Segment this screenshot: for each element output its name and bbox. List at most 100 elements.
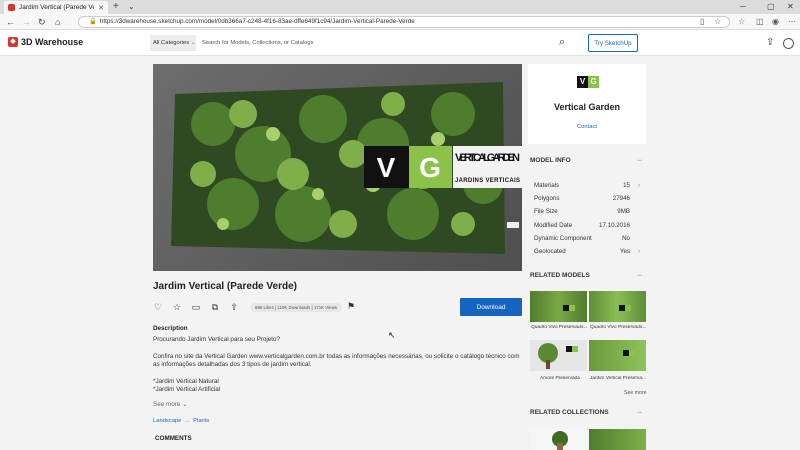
info-row-dynamic-component: Dynamic Component No [534,232,640,245]
avatar[interactable] [783,38,794,49]
site-logo[interactable]: ◆ 3D Warehouse [8,37,83,47]
profile-icon[interactable]: ◉ [772,16,779,28]
search-icon[interactable]: ⌕ [559,35,565,49]
new-tab-icon[interactable]: + [113,1,119,13]
info-label: Geolocated [534,248,566,255]
overlay-sub-text: JARDINS VERTICAIS [455,178,520,184]
window-close-icon[interactable]: ✕ [787,1,794,13]
back-icon[interactable]: ← [6,15,15,29]
description-heading: Description [153,325,188,332]
related-collection-thumb[interactable] [589,429,646,450]
related-collections-heading-label: RELATED COLLECTIONS [530,409,609,416]
tab-title: Jardim Vertical (Parede Verde [19,4,94,11]
like-heart-icon[interactable]: ♡ [153,302,163,312]
refresh-icon[interactable]: ↻ [38,15,46,29]
info-value: Yes [619,248,630,255]
contact-link[interactable]: Contact [528,124,646,130]
description-line: *Jardim Vertical Artificial [153,386,221,394]
publisher-card: V G Vertical Garden Contact [528,64,646,144]
model-stats: 686 Likes | 110K Downloads | 171K Views [250,303,342,312]
related-model-thumb[interactable] [589,291,646,322]
minimize-icon[interactable]: ─ [740,1,746,13]
breadcrumb-plants[interactable]: Plants [193,418,209,424]
chevron-down-icon: ⌄ [182,401,188,408]
address-bar[interactable]: 🔒 https://3dwarehouse.sketchup.com/model/… [78,16,730,28]
related-model-thumb[interactable] [530,291,587,322]
related-model-label[interactable]: Quadro Vivo Preservado... [590,325,647,330]
browser-tab[interactable]: Jardim Vertical (Parede Verde ✕ [4,1,108,14]
see-more-link[interactable]: See more ⌄ [153,401,187,408]
info-row-geolocated[interactable]: Geolocated Yes › [534,245,640,258]
related-models-heading[interactable]: RELATED MODELS ─ [530,272,642,279]
site-favicon-icon [8,4,15,11]
info-row-polygons: Polygons 27946 [534,192,640,205]
breadcrumb: Landscape → Plants [153,418,209,424]
collapse-icon[interactable]: ─ [637,272,642,279]
related-model-label[interactable]: Quadro Vivo Preservado... [531,325,588,330]
favorite-star-icon[interactable]: ☆ [172,302,182,312]
related-model-thumb[interactable] [530,340,587,371]
info-value: 17.10.2016 [599,222,630,229]
related-model-label[interactable]: Árvore Preservada [540,376,597,381]
tree-icon [538,343,578,369]
home-icon[interactable]: ⌂ [55,15,60,29]
reading-view-icon[interactable]: ▯ [700,16,704,28]
publisher-name[interactable]: Vertical Garden [528,102,646,112]
logo-text: 3D Warehouse [21,37,84,47]
publisher-logo[interactable]: V G [577,76,599,88]
info-label: Materials [534,182,560,189]
collapse-icon[interactable]: ─ [637,409,642,416]
more-options-icon[interactable]: ⋯ [788,16,796,28]
url-text: https://3dwarehouse.sketchup.com/model/0… [99,18,415,25]
svg-text:V: V [377,152,396,183]
related-models-heading-label: RELATED MODELS [530,272,590,279]
logo-badge-icon [623,350,635,356]
browser-toolbar: ← → ↻ ⌂ 🔒 https://3dwarehouse.sketchup.co… [0,14,800,30]
model-info-heading[interactable]: MODEL INFO ─ [530,157,642,164]
plant-icon [552,431,568,450]
lock-icon: 🔒 [89,18,97,25]
description-line: *Jardim Vertical Natural [153,377,219,385]
related-collection-thumb[interactable] [530,429,587,450]
chevron-right-icon: › [637,248,640,255]
browser-tabbar: Jardim Vertical (Parede Verde ✕ + ⌄ ─ ▢ … [0,0,800,14]
collections-icon[interactable]: ◫ [756,16,764,28]
info-label: Dynamic Component [534,235,592,242]
related-model-label[interactable]: Jardim Vertical Preserva... [590,376,647,381]
search-input[interactable] [196,35,576,51]
try-sketchup-button[interactable]: Try SketchUp [588,34,638,52]
share-icon[interactable]: ⇧ [229,302,239,312]
info-row-file-size: File Size 9MB [534,205,640,218]
add-to-collection-icon[interactable]: ▭ [191,302,201,312]
logo-v: V [577,76,588,88]
mouse-cursor-icon: ↖ [388,330,396,340]
description-line: Procurando Jardim Vertical para seu Proj… [153,336,281,344]
see-more-label: See more [153,401,181,408]
model-actions: ♡ ☆ ▭ ⧉ ⇧ [153,302,239,312]
maximize-icon[interactable]: ▢ [767,1,775,13]
model-info-heading-label: MODEL INFO [530,157,571,164]
upload-icon[interactable]: ⇪ [766,36,774,50]
info-label: Polygons [534,195,560,202]
info-value: 27946 [612,195,630,202]
forward-icon[interactable]: → [22,15,31,29]
tab-close-icon[interactable]: ✕ [98,4,104,12]
breadcrumb-landscape[interactable]: Landscape [153,418,181,424]
related-model-thumb[interactable] [589,340,646,371]
chevron-down-icon[interactable]: ⌄ [128,1,135,13]
report-flag-icon[interactable]: ⚑ [347,301,355,312]
download-button[interactable]: Download [460,298,522,316]
favorites-bar-icon[interactable]: ☆ [738,16,745,28]
svg-text:G: G [419,152,441,183]
related-see-more-link[interactable]: See more [624,390,647,396]
related-collections-heading[interactable]: RELATED COLLECTIONS ─ [530,409,642,416]
info-row-materials[interactable]: Materials 15 › [534,179,640,192]
warehouse-logo-icon: ◆ [8,37,18,47]
chevron-down-icon: ⌄ [190,40,196,46]
model-preview-image[interactable]: V G VERTICAL GARDEN JARDINS VERTICAIS [153,64,522,271]
embed-icon[interactable]: ⧉ [210,302,220,312]
category-select[interactable]: All Categories ⌄ [150,35,196,51]
logo-g: G [588,76,599,88]
favorite-star-icon[interactable]: ☆ [714,16,721,28]
collapse-icon[interactable]: ─ [637,157,642,164]
